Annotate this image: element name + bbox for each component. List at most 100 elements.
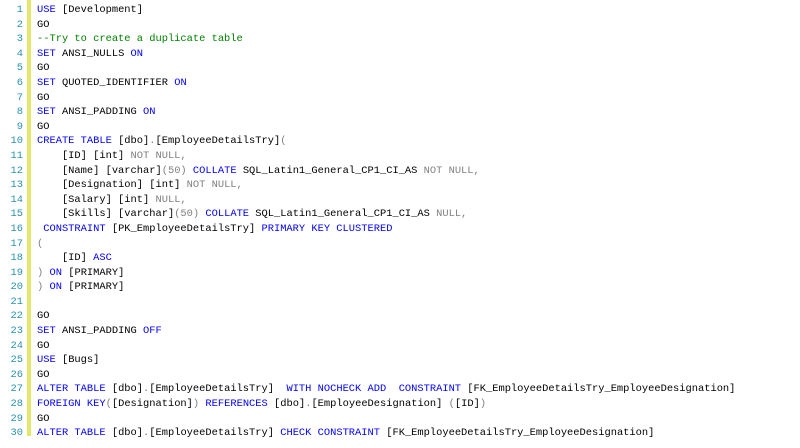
code-token: NOT NULL, (423, 164, 480, 177)
line-number: 1 (16, 4, 23, 16)
code-token: GO (37, 120, 50, 133)
code-token: ALTER TABLE (37, 427, 106, 440)
code-text: ( (37, 237, 43, 252)
code-token: SET (37, 325, 56, 338)
code-line[interactable]: 4 SET ANSI_NULLS ON (0, 47, 800, 62)
code-token: ( (280, 135, 287, 148)
code-token: ON (174, 76, 187, 89)
code-line[interactable]: 19 ) ON [PRIMARY] (0, 266, 800, 281)
code-token: ANSI_PADDING (55, 106, 144, 119)
code-token: ASC (93, 252, 112, 265)
code-line[interactable]: 27 ALTER TABLE [dbo].[EmployeeDetailsTry]… (0, 382, 800, 397)
code-line[interactable]: 29 GO (0, 412, 800, 427)
line-number: 26 (10, 368, 23, 381)
line-number: 17 (10, 237, 23, 250)
code-line[interactable]: 26 GO (0, 368, 800, 383)
line-number: 2 (16, 18, 23, 31)
code-token: ( (37, 237, 44, 250)
code-text: USE [Bugs] (37, 353, 99, 368)
code-token: REFERENCES (205, 398, 268, 411)
code-token: COLLATE (205, 208, 250, 221)
code-token: (50) (174, 208, 200, 221)
code-line[interactable]: 7 GO (0, 91, 800, 106)
line-number: 7 (16, 91, 23, 104)
code-line[interactable]: 13 [Designation] [int] NOT NULL, (0, 178, 800, 193)
code-line[interactable]: 14 [Salary] [int] NULL, (0, 193, 800, 208)
code-text: USE [Development] (37, 3, 143, 18)
code-token: [dbo] (105, 383, 144, 396)
code-token: ON (143, 106, 156, 119)
code-line[interactable]: 25 USE [Bugs] (0, 353, 800, 368)
code-token: ON (130, 47, 144, 60)
code-token: SET (37, 106, 56, 119)
code-token: SET (37, 76, 56, 89)
code-area[interactable]: 1 USE [Development] 2 GO 3 --Try to create a … (0, 3, 800, 441)
sql-query-editor[interactable]: 1 USE [Development] 2 GO 3 --Try to create a … (0, 0, 800, 448)
code-token: [dbo] (105, 427, 144, 440)
code-text: [Salary] [int] NULL, (37, 193, 187, 208)
code-text: GO (37, 368, 49, 383)
code-text: FOREIGN KEY([Designation]) REFERENCES [d… (37, 397, 486, 412)
line-number: 12 (10, 164, 23, 177)
code-text: CONSTRAINT [PK_EmployeeDetailsTry] PRIMA… (37, 222, 392, 237)
code-token: [FK_EmployeeDetailsTry_EmployeeDesignati… (380, 427, 655, 440)
code-token: GO (37, 339, 50, 352)
code-token: [Designation] (111, 398, 193, 411)
code-token: PRIMARY KEY CLUSTERED (261, 222, 393, 235)
code-line[interactable]: 28 FOREIGN KEY([Designation]) REFERENCES … (0, 397, 800, 412)
line-number: 3 (16, 33, 23, 46)
code-line[interactable]: 6 SET QUOTED_IDENTIFIER ON (0, 76, 800, 91)
code-token: NULL, (436, 208, 468, 221)
code-token: [PK_EmployeeDetailsTry] (105, 222, 262, 235)
code-line[interactable]: 12 [Name] [varchar](50) COLLATE SQL_Lati… (0, 164, 800, 179)
line-number: 11 (10, 149, 23, 162)
line-number: 19 (10, 266, 23, 279)
code-text: GO (37, 120, 49, 135)
code-token: SET (37, 47, 56, 60)
code-line[interactable]: 16 CONSTRAINT [PK_EmployeeDetailsTry] PR… (0, 222, 800, 237)
code-line[interactable]: 30 ALTER TABLE [dbo].[EmployeeDetailsTry]… (0, 426, 800, 441)
code-text: [Name] [varchar](50) COLLATE SQL_Latin1_… (37, 164, 480, 179)
code-text: SET ANSI_PADDING OFF (37, 324, 162, 339)
line-number: 21 (10, 295, 23, 308)
code-token: FOREIGN KEY (37, 398, 106, 411)
code-text: SET ANSI_PADDING ON (37, 105, 156, 120)
code-line[interactable]: 8 SET ANSI_PADDING ON (0, 105, 800, 120)
code-text: GO (37, 61, 49, 76)
code-token: WITH NOCHECK ADD CONSTRAINT (286, 383, 462, 396)
line-number: 15 (10, 208, 23, 221)
code-text: SET ANSI_NULLS ON (37, 47, 143, 62)
code-token: NULL, (155, 193, 187, 206)
code-line[interactable]: 2 GO (0, 18, 800, 33)
code-token: [dbo] (267, 398, 306, 411)
code-text: GO (37, 309, 49, 324)
code-token: GO (37, 310, 50, 323)
code-line[interactable]: 15 [Skills] [varchar](50) COLLATE SQL_La… (0, 207, 800, 222)
code-token: NOT NULL, (186, 179, 243, 192)
code-token: --Try to create a duplicate table (37, 33, 243, 46)
code-line[interactable]: 10 CREATE TABLE [dbo].[EmployeeDetailsTry… (0, 134, 800, 149)
code-line[interactable]: 22 GO (0, 309, 800, 324)
code-text: GO (37, 18, 49, 33)
code-text: ) ON [PRIMARY] (37, 280, 124, 295)
code-line[interactable]: 17 ( (0, 237, 800, 252)
code-token: [EmployeeDetailsTry] (155, 135, 281, 148)
code-token: [Bugs] (55, 354, 100, 367)
code-line[interactable]: 23 SET ANSI_PADDING OFF (0, 324, 800, 339)
code-line[interactable]: 5 GO (0, 61, 800, 76)
code-line[interactable]: 24 GO (0, 339, 800, 354)
code-line[interactable]: 18 [ID] ASC (0, 251, 800, 266)
code-token: [EmployeeDesignation] (311, 398, 449, 411)
code-line[interactable]: 11 [ID] [int] NOT NULL, (0, 149, 800, 164)
code-token: [Designation] [int] (37, 179, 187, 192)
code-token: CONSTRAINT (37, 222, 106, 235)
code-text: ) ON [PRIMARY] (37, 266, 124, 281)
code-token: [EmployeeDetailsTry] (149, 383, 287, 396)
code-line[interactable]: 3 --Try to create a duplicate table (0, 32, 800, 47)
code-line[interactable]: 21 (0, 295, 800, 310)
code-text: GO (37, 412, 49, 427)
code-line[interactable]: 20) ON [PRIMARY] (0, 280, 800, 295)
code-line[interactable]: 9 GO (0, 120, 800, 135)
code-line[interactable]: 1 USE [Development] (0, 3, 800, 18)
line-number: 16 (10, 222, 23, 235)
